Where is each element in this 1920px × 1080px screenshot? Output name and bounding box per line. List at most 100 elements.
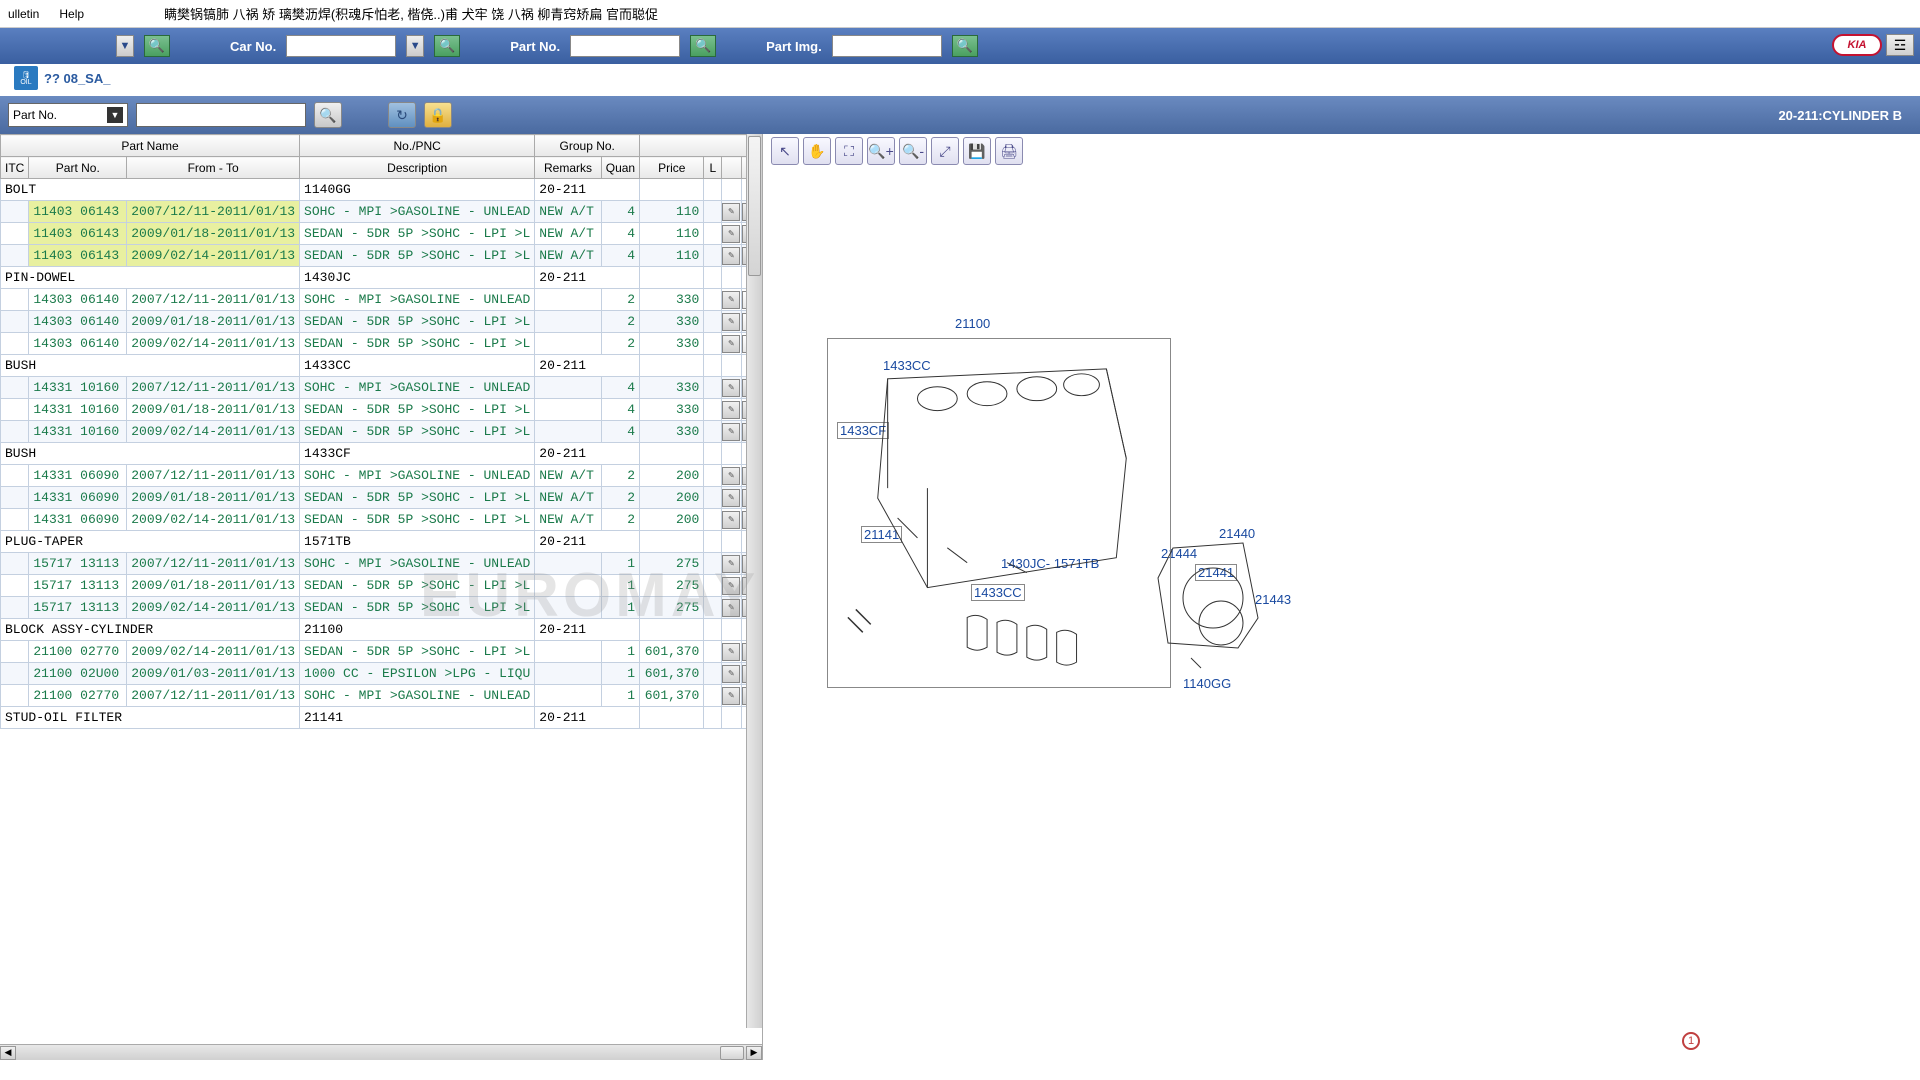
part-row[interactable]: 15717 131132009/02/14-2011/01/13SEDAN - … bbox=[1, 597, 762, 619]
vertical-scrollbar[interactable] bbox=[746, 134, 762, 1028]
part-row[interactable]: 14331 060902009/01/18-2011/01/13SEDAN - … bbox=[1, 487, 762, 509]
engine-illustration bbox=[828, 339, 1170, 687]
menu-help[interactable]: Help bbox=[59, 7, 84, 21]
fit-button[interactable]: ⤢ bbox=[931, 137, 959, 165]
callout-21100[interactable]: 21100 bbox=[953, 316, 992, 331]
group-row[interactable]: PIN-DOWEL1430JC20-211 bbox=[1, 267, 762, 289]
scroll-right-arrow[interactable]: ▶ bbox=[746, 1046, 762, 1060]
hdr-description[interactable]: Description bbox=[300, 157, 535, 179]
part-img-label: Part Img. bbox=[766, 39, 822, 54]
search-mode-dropdown[interactable]: Part No.▼ bbox=[8, 103, 128, 127]
part-row[interactable]: 14331 060902009/02/14-2011/01/13SEDAN - … bbox=[1, 509, 762, 531]
note-button[interactable]: ✎ bbox=[722, 643, 740, 661]
note-button[interactable]: ✎ bbox=[722, 555, 740, 573]
part-row[interactable]: 15717 131132009/01/18-2011/01/13SEDAN - … bbox=[1, 575, 762, 597]
image-toolbar: ↖ ✋ ⛶ 🔍+ 🔍- ⤢ 💾 🖨 bbox=[763, 134, 1920, 168]
pan-tool-button[interactable]: ✋ bbox=[803, 137, 831, 165]
part-row[interactable]: 14331 060902007/12/11-2011/01/13SOHC - M… bbox=[1, 465, 762, 487]
hdr-group-no[interactable]: Group No. bbox=[535, 135, 640, 157]
note-button[interactable]: ✎ bbox=[722, 489, 740, 507]
content: Part Name No./PNC Group No. ITC Part No.… bbox=[0, 134, 1920, 1060]
note-button[interactable]: ✎ bbox=[722, 203, 740, 221]
group-row[interactable]: BOLT1140GG20-211 bbox=[1, 179, 762, 201]
pointer-tool-button[interactable]: ↖ bbox=[771, 137, 799, 165]
scroll-thumb[interactable] bbox=[748, 136, 761, 276]
save-button[interactable]: 💾 bbox=[963, 137, 991, 165]
hdr-no-pnc[interactable]: No./PNC bbox=[300, 135, 535, 157]
group-row[interactable]: STUD-OIL FILTER2114120-211 bbox=[1, 707, 762, 729]
note-button[interactable]: ✎ bbox=[722, 599, 740, 617]
car-no-dropdown-arrow[interactable]: ▼ bbox=[406, 35, 424, 57]
hdr-remarks[interactable]: Remarks bbox=[535, 157, 601, 179]
group-row[interactable]: PLUG-TAPER1571TB20-211 bbox=[1, 531, 762, 553]
scroll-left-arrow[interactable]: ◀ bbox=[0, 1046, 16, 1060]
group-row[interactable]: BUSH1433CF20-211 bbox=[1, 443, 762, 465]
tab-oil[interactable]: 🛢OIL ?? 08_SA_ bbox=[4, 60, 120, 96]
part-row[interactable]: 11403 061432007/12/11-2011/01/13SOHC - M… bbox=[1, 201, 762, 223]
hscroll-thumb[interactable] bbox=[720, 1046, 744, 1060]
hdr-part-no[interactable]: Part No. bbox=[29, 157, 127, 179]
parts-search-input[interactable] bbox=[136, 103, 306, 127]
parts-toolbar: Part No.▼ 🔍 ↻ 🔒 20-211:CYLINDER B bbox=[0, 96, 1920, 134]
note-button[interactable]: ✎ bbox=[722, 467, 740, 485]
note-button[interactable]: ✎ bbox=[722, 247, 740, 265]
part-row[interactable]: 11403 061432009/01/18-2011/01/13SEDAN - … bbox=[1, 223, 762, 245]
part-row[interactable]: 14303 061402007/12/11-2011/01/13SOHC - M… bbox=[1, 289, 762, 311]
parts-search-button[interactable]: 🔍 bbox=[314, 102, 342, 128]
model-dropdown-arrow[interactable]: ▼ bbox=[116, 35, 134, 57]
note-button[interactable]: ✎ bbox=[722, 379, 740, 397]
note-button[interactable]: ✎ bbox=[722, 423, 740, 441]
lock-button[interactable]: 🔒 bbox=[424, 102, 452, 128]
diagram-area[interactable]: 21100 1433CC 1433CF 21141 1430JC- 1571TB… bbox=[763, 168, 1920, 1060]
part-img-search-button[interactable]: 🔍 bbox=[952, 35, 978, 57]
note-button[interactable]: ✎ bbox=[722, 291, 740, 309]
tab-bar: 🛢OIL ?? 08_SA_ bbox=[0, 64, 1920, 96]
page-badge[interactable]: 1 bbox=[1682, 1032, 1700, 1050]
hdr-qty[interactable]: Quan bbox=[601, 157, 639, 179]
hdr-price[interactable]: Price bbox=[640, 157, 704, 179]
part-row[interactable]: 14303 061402009/01/18-2011/01/13SEDAN - … bbox=[1, 311, 762, 333]
part-row[interactable]: 21100 027702009/02/14-2011/01/13SEDAN - … bbox=[1, 641, 762, 663]
part-row[interactable]: 11403 061432009/02/14-2011/01/13SEDAN - … bbox=[1, 245, 762, 267]
car-no-input[interactable] bbox=[286, 35, 396, 57]
part-row[interactable]: 21100 02U002009/01/03-2011/01/131000 CC … bbox=[1, 663, 762, 685]
refresh-button[interactable]: ↻ bbox=[388, 102, 416, 128]
part-row[interactable]: 14331 101602009/01/18-2011/01/13SEDAN - … bbox=[1, 399, 762, 421]
menu-bar: ulletin Help 瞒樊锅镐肺 八祸 矫 璃樊沥焊(积魂斥怕老, 楷侥..… bbox=[0, 0, 1920, 28]
diagram-pane: ↖ ✋ ⛶ 🔍+ 🔍- ⤢ 💾 🖨 21100 1433CC 1433CF 21… bbox=[762, 134, 1920, 1060]
parts-pane: Part Name No./PNC Group No. ITC Part No.… bbox=[0, 134, 762, 1060]
zoom-out-button[interactable]: 🔍- bbox=[899, 137, 927, 165]
menu-bulletin[interactable]: ulletin bbox=[8, 7, 39, 21]
zoom-area-button[interactable]: ⛶ bbox=[835, 137, 863, 165]
part-row[interactable]: 15717 131132007/12/11-2011/01/13SOHC - M… bbox=[1, 553, 762, 575]
group-row[interactable]: BLOCK ASSY-CYLINDER2110020-211 bbox=[1, 619, 762, 641]
hdr-l[interactable]: L bbox=[704, 157, 722, 179]
brand-controls: KIA ☲ bbox=[1832, 34, 1914, 56]
hdr-part-name[interactable]: Part Name bbox=[1, 135, 300, 157]
part-row[interactable]: 14303 061402009/02/14-2011/01/13SEDAN - … bbox=[1, 333, 762, 355]
horizontal-scrollbar[interactable]: ◀ ▶ bbox=[0, 1044, 762, 1060]
note-button[interactable]: ✎ bbox=[722, 313, 740, 331]
part-no-input[interactable] bbox=[570, 35, 680, 57]
part-img-input[interactable] bbox=[832, 35, 942, 57]
note-button[interactable]: ✎ bbox=[722, 225, 740, 243]
part-row[interactable]: 21100 027702007/12/11-2011/01/13SOHC - M… bbox=[1, 685, 762, 707]
note-button[interactable]: ✎ bbox=[722, 665, 740, 683]
note-button[interactable]: ✎ bbox=[722, 511, 740, 529]
part-row[interactable]: 14331 101602007/12/11-2011/01/13SOHC - M… bbox=[1, 377, 762, 399]
note-button[interactable]: ✎ bbox=[722, 335, 740, 353]
zoom-in-button[interactable]: 🔍+ bbox=[867, 137, 895, 165]
hdr-from-to[interactable]: From - To bbox=[127, 157, 300, 179]
note-button[interactable]: ✎ bbox=[722, 577, 740, 595]
part-row[interactable]: 14331 101602009/02/14-2011/01/13SEDAN - … bbox=[1, 421, 762, 443]
callout-1140gg[interactable]: 1140GG bbox=[1181, 676, 1233, 691]
note-button[interactable]: ✎ bbox=[722, 687, 740, 705]
note-button[interactable]: ✎ bbox=[722, 401, 740, 419]
group-row[interactable]: BUSH1433CC20-211 bbox=[1, 355, 762, 377]
language-button[interactable]: ☲ bbox=[1886, 34, 1914, 56]
part-no-search-button[interactable]: 🔍 bbox=[690, 35, 716, 57]
car-no-search-button[interactable]: 🔍 bbox=[434, 35, 460, 57]
print-button[interactable]: 🖨 bbox=[995, 137, 1023, 165]
hdr-itc[interactable]: ITC bbox=[1, 157, 29, 179]
model-search-button[interactable]: 🔍 bbox=[144, 35, 170, 57]
